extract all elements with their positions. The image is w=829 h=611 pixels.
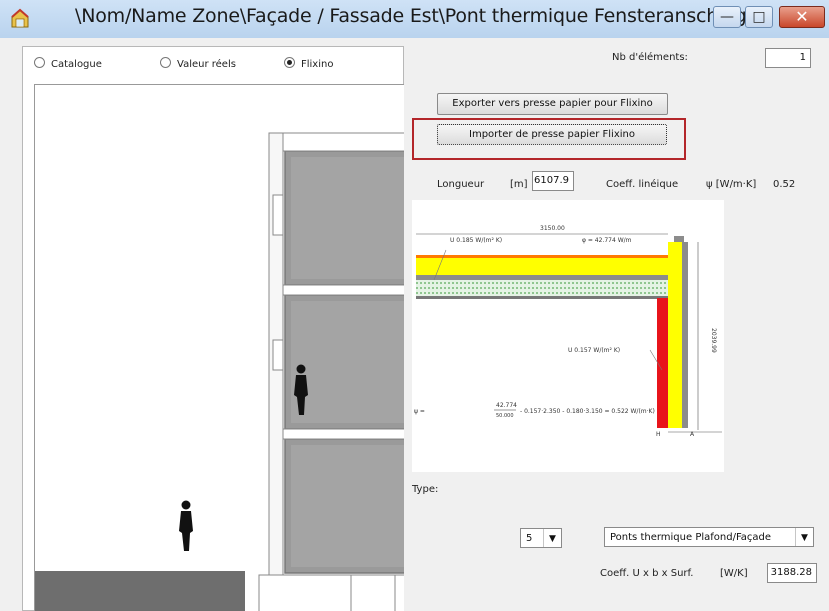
person-silhouette <box>179 500 193 551</box>
mode-radio-group: Catalogue Valeur réels Flixino <box>22 46 404 76</box>
coeff-total-field[interactable]: 3188.28 <box>767 563 817 583</box>
elements-count-field[interactable]: 1 <box>765 48 811 68</box>
linear-coeff-unit: ψ [W/m·K] <box>706 179 757 190</box>
length-label: Longueur <box>437 179 485 190</box>
length-field[interactable]: 6107.9 <box>532 171 574 191</box>
type-category-select[interactable]: Ponts thermique Plafond/Façade ▼ <box>604 527 814 547</box>
mark-h-label: H <box>656 431 661 438</box>
type-label: Type: <box>412 484 439 495</box>
dimension-top-label: 3150.00 <box>540 225 565 232</box>
formula-lhs: ψ = <box>414 408 425 415</box>
phi-label: φ = 42.774 W/m <box>582 237 632 244</box>
chevron-down-icon: ▼ <box>795 528 813 546</box>
radio-catalogue[interactable]: Catalogue <box>34 57 102 70</box>
radio-label: Catalogue <box>51 59 102 70</box>
building-section-drawing <box>34 84 404 611</box>
radio-valeur-reels[interactable]: Valeur réels <box>160 57 236 70</box>
close-icon: ✕ <box>795 7 809 26</box>
detail-svg: 3150.00 U 0.185 W/(m² K) φ = 42.774 W/m … <box>414 225 722 438</box>
formula-numerator: 42.774 <box>496 402 517 409</box>
type-category-value: Ponts thermique Plafond/Façade <box>610 532 772 543</box>
window-title: \Nom/Name Zone\Façade / Fassade Est\Pont… <box>75 5 747 27</box>
linear-coeff-value: 0.52 <box>773 179 796 190</box>
title-bar: \Nom/Name Zone\Façade / Fassade Est\Pont… <box>0 0 829 38</box>
radio-flixino[interactable]: Flixino <box>284 57 333 70</box>
app-house-icon <box>11 8 29 28</box>
u-top-label: U 0.185 W/(m² K) <box>450 237 502 244</box>
radio-dot-selected <box>284 57 295 68</box>
length-unit: [m] <box>510 179 528 190</box>
dimension-side-label: 2039.99 <box>710 328 717 353</box>
thermal-bridge-detail-image: 3150.00 U 0.185 W/(m² K) φ = 42.774 W/m … <box>412 200 724 472</box>
export-clipboard-button[interactable]: Exporter vers presse papier pour Flixino <box>437 93 668 115</box>
maximize-icon: □ <box>752 9 766 25</box>
section-svg <box>35 132 404 611</box>
type-number-select[interactable]: 5 ▼ <box>520 528 562 548</box>
close-button[interactable]: ✕ <box>779 6 825 28</box>
elements-label: Nb d'éléments: <box>612 52 688 63</box>
formula-denominator: 50.000 <box>496 413 514 419</box>
formula-rest: - 0.157·2.350 - 0.180·3.150 = 0.522 W/(m… <box>520 408 655 415</box>
radio-dot <box>34 57 45 68</box>
type-number-value: 5 <box>526 533 533 544</box>
linear-coeff-label: Coeff. linéique <box>606 179 679 190</box>
coeff-total-unit: [W/K] <box>720 568 748 579</box>
highlight-annotation <box>412 118 686 160</box>
u-wall-label: U 0.157 W/(m² K) <box>568 347 620 354</box>
minimize-icon: — <box>720 9 734 25</box>
radio-dot <box>160 57 171 68</box>
radio-label: Valeur réels <box>177 59 236 70</box>
radio-label: Flixino <box>301 59 334 70</box>
minimize-button[interactable]: — <box>713 6 741 28</box>
coeff-total-label: Coeff. U x b x Surf. <box>600 568 694 579</box>
chevron-down-icon: ▼ <box>543 529 561 547</box>
maximize-button[interactable]: □ <box>745 6 773 28</box>
